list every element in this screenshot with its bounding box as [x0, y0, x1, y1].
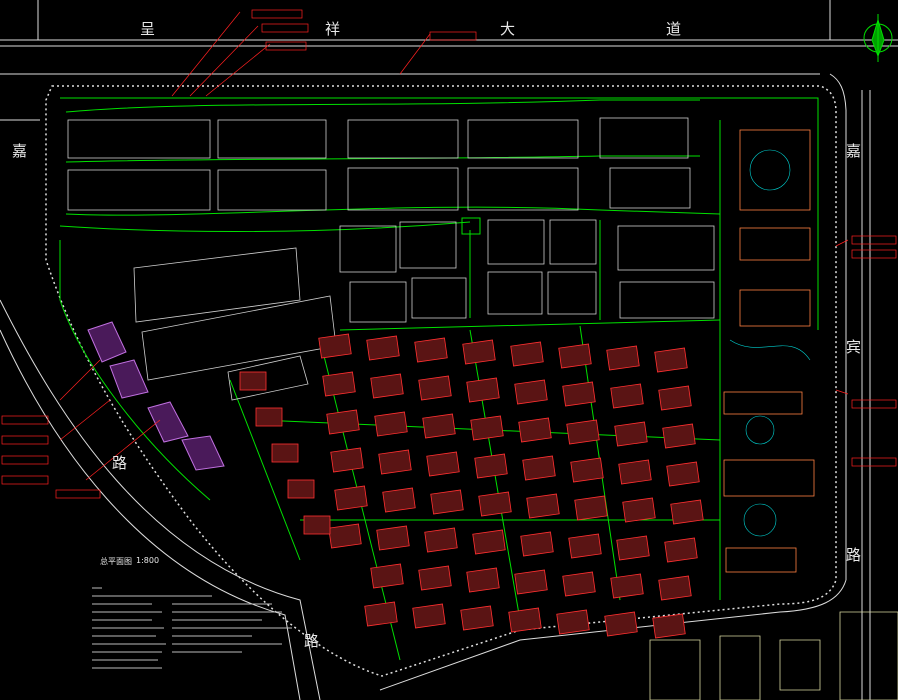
- villa-unit: [422, 413, 456, 439]
- villa-unit: [508, 607, 542, 633]
- general-notes: [92, 584, 312, 680]
- villa-unit: [652, 613, 686, 639]
- villa-unit: [664, 537, 698, 563]
- villa-unit: [460, 605, 494, 631]
- villa-unit: [303, 515, 331, 535]
- villa-unit: [570, 457, 604, 483]
- villa-unit: [378, 449, 412, 475]
- villa-unit: [470, 415, 504, 441]
- villa-unit: [412, 603, 446, 629]
- notes-text-lines: [92, 587, 292, 669]
- villa-unit: [556, 609, 590, 635]
- villa-unit: [574, 495, 608, 521]
- villa-unit: [328, 523, 362, 549]
- villa-unit: [616, 535, 650, 561]
- villa-unit: [462, 339, 496, 365]
- villa-unit: [622, 497, 656, 523]
- villa-unit: [318, 333, 352, 359]
- road-label-east-3: 路: [846, 546, 862, 564]
- villa-unit: [568, 533, 602, 559]
- villa-unit: [658, 575, 692, 601]
- villa-unit: [562, 571, 596, 597]
- villa-unit: [430, 489, 464, 515]
- plan-title: 总平面图: [100, 557, 132, 566]
- villa-unit: [364, 601, 398, 627]
- villa-unit: [518, 417, 552, 443]
- villa-unit: [414, 337, 448, 363]
- villa-unit: [466, 567, 500, 593]
- road-label-west-2: 路: [112, 454, 128, 472]
- villa-unit: [255, 407, 283, 427]
- villa-unit: [287, 479, 315, 499]
- villa-unit: [426, 451, 460, 477]
- villa-unit: [520, 531, 554, 557]
- villa-unit: [370, 563, 404, 589]
- villa-unit: [654, 347, 688, 373]
- villa-unit: [334, 485, 368, 511]
- villa-unit: [614, 421, 648, 447]
- villa-unit: [418, 375, 452, 401]
- villa-unit: [514, 569, 548, 595]
- villa-unit: [662, 423, 696, 449]
- villa-unit: [326, 409, 360, 435]
- villa-unit: [239, 371, 267, 391]
- villa-unit: [322, 371, 356, 397]
- villa-unit: [418, 565, 452, 591]
- villa-unit: [610, 383, 644, 409]
- villa-unit: [666, 461, 700, 487]
- villa-unit: [526, 493, 560, 519]
- road-label-north-4: 道: [666, 20, 682, 38]
- villa-unit: [522, 455, 556, 481]
- villa-unit: [330, 447, 364, 473]
- villa-unit: [474, 453, 508, 479]
- villa-unit: [466, 377, 500, 403]
- villa-unit: [558, 343, 592, 369]
- road-label-west-1: 嘉: [12, 142, 28, 160]
- villa-unit: [610, 573, 644, 599]
- villa-unit: [376, 525, 410, 551]
- villa-unit: [374, 411, 408, 437]
- road-label-east-1: 嘉: [846, 142, 862, 160]
- villa-unit: [566, 419, 600, 445]
- villa-unit: [424, 527, 458, 553]
- villa-unit: [670, 499, 704, 525]
- road-label-north-1: 呈: [140, 20, 156, 38]
- villa-unit: [271, 443, 299, 463]
- villa-unit: [658, 385, 692, 411]
- villa-unit: [510, 341, 544, 367]
- road-label-north-2: 祥: [325, 20, 341, 38]
- villa-unit: [562, 381, 596, 407]
- villa-unit: [514, 379, 548, 405]
- villa-unit: [478, 491, 512, 517]
- villa-unit: [370, 373, 404, 399]
- villa-unit: [366, 335, 400, 361]
- road-label-east-2: 宾: [846, 338, 862, 356]
- road-label-north-3: 大: [500, 20, 516, 38]
- villa-unit: [606, 345, 640, 371]
- plan-scale: 1:800: [136, 556, 160, 565]
- villa-unit: [618, 459, 652, 485]
- villa-unit: [472, 529, 506, 555]
- villa-unit: [382, 487, 416, 513]
- villa-unit: [604, 611, 638, 637]
